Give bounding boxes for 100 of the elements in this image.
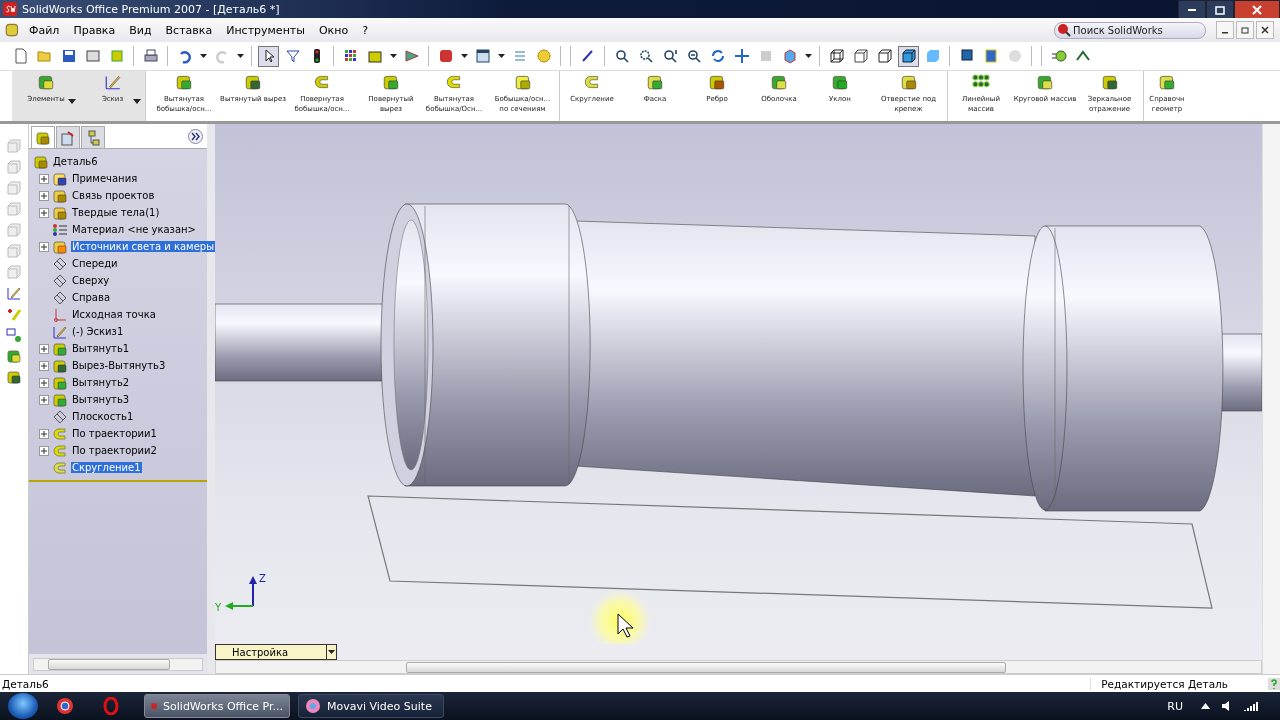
expand-button[interactable]: [188, 128, 203, 144]
plus-icon: [41, 345, 47, 352]
close-icon: [1252, 4, 1262, 15]
plus-icon: [41, 175, 47, 182]
caret-up-icon: [1201, 703, 1210, 709]
shaded-icon: [924, 48, 941, 64]
dropdown-caret-icon: [133, 99, 141, 105]
zoom-to-selection-icon: [685, 48, 702, 64]
tree-item[interactable]: Источники света и камеры: [71, 241, 216, 252]
vertical-scrollbar[interactable]: [1262, 124, 1280, 674]
tree-item[interactable]: По траектории1: [71, 428, 158, 439]
sweep-icon: [52, 442, 68, 459]
window-title: SolidWorks Office Premium 2007 - [Деталь6 *]: [22, 2, 280, 16]
search-field[interactable]: Поиск SolidWorks: [1054, 21, 1206, 39]
plane-icon: [52, 272, 68, 289]
plane-icon: [52, 289, 68, 306]
tree-item[interactable]: Скругление1: [71, 462, 142, 473]
fillet-icon: [52, 459, 68, 476]
plus-icon: [41, 379, 47, 386]
plane-icon: [52, 408, 68, 425]
minimize-icon: [1188, 8, 1196, 11]
panel-tab[interactable]: [81, 126, 105, 148]
expand-toggle[interactable]: [39, 360, 49, 371]
language-indicator[interactable]: RU: [1167, 699, 1183, 713]
save-icon: [60, 48, 77, 64]
panel-tab[interactable]: [56, 126, 80, 148]
search-input[interactable]: Поиск SolidWorks: [1073, 24, 1183, 36]
browser-icon: [56, 697, 74, 715]
zoom-to-fit-icon: [613, 48, 630, 64]
tree-item[interactable]: Связь проектов: [71, 190, 156, 201]
axis-label: Z: [259, 573, 266, 584]
expand-toggle[interactable]: [39, 190, 49, 201]
dropdown-caret-icon: [804, 54, 812, 58]
tree-item[interactable]: Вытянуть3: [71, 394, 131, 405]
configuration-dropdown[interactable]: Настройка: [215, 644, 337, 660]
isometric-view-icon: [6, 264, 22, 280]
menu-item[interactable]: Окно: [311, 23, 356, 37]
front-view-icon: [6, 138, 22, 154]
horizontal-scrollbar[interactable]: [215, 660, 1262, 674]
dropdown-caret-icon: [389, 54, 397, 58]
expand-toggle[interactable]: [39, 343, 49, 354]
dropdown-caret-icon: [497, 54, 505, 58]
expand-toggle[interactable]: [39, 377, 49, 388]
menu-item[interactable]: Вставка: [158, 23, 220, 37]
tree-item[interactable]: Вырез-Вытянуть3: [71, 360, 167, 371]
origin-icon: [52, 306, 68, 323]
part-icon: [35, 129, 51, 146]
tree-item[interactable]: По траектории2: [71, 445, 158, 456]
menu-item[interactable]: Инструменты: [219, 23, 312, 37]
status-text: Деталь6: [2, 677, 49, 690]
tree-item[interactable]: Вытянуть1: [71, 343, 131, 354]
toolbar-button[interactable]: [898, 45, 919, 67]
expand-toggle[interactable]: [39, 445, 49, 456]
app-logo-icon: [305, 698, 321, 714]
zoom-in-out-icon: [661, 48, 678, 64]
tree-item[interactable]: Деталь6: [52, 156, 99, 167]
tree-item[interactable]: Вытянуть2: [71, 377, 131, 388]
menu-item[interactable]: Файл: [22, 23, 67, 37]
expand-toggle[interactable]: [39, 394, 49, 405]
tree-item[interactable]: Плоскость1: [71, 411, 135, 422]
search-icon: [1057, 23, 1071, 37]
tree-item[interactable]: Твердые тела(1): [71, 207, 161, 218]
start-button[interactable]: [8, 693, 38, 719]
dropdown-caret-icon: [460, 54, 468, 58]
folder-icon: [52, 204, 68, 221]
taskbar-button[interactable]: SolidWorks Office Pr...: [144, 694, 290, 718]
toolbar-button[interactable]: [258, 45, 279, 67]
tree-item[interactable]: Материал <не указан>: [71, 224, 197, 235]
tree-item[interactable]: Исходная точка: [71, 309, 157, 320]
horizontal-scrollbar[interactable]: [33, 657, 203, 671]
taskbar-button[interactable]: Movavi Video Suite: [298, 694, 444, 718]
tree-item[interactable]: (-) Эскиз1: [71, 326, 125, 337]
sweep-icon: [445, 73, 463, 91]
dropdown-caret-icon: [68, 99, 76, 105]
plus-icon: [41, 243, 47, 250]
plus-icon: [41, 430, 47, 437]
window-layout-icon: [474, 48, 491, 64]
close-button[interactable]: [1256, 21, 1274, 39]
menu-item[interactable]: Вид: [122, 23, 159, 37]
cursor-highlight: [588, 589, 652, 644]
expand-toggle[interactable]: [39, 428, 49, 439]
sweep-icon: [52, 425, 68, 442]
new-document-icon: [12, 48, 29, 64]
expand-toggle[interactable]: [39, 241, 49, 252]
close-icon: [1261, 26, 1269, 34]
tree-item[interactable]: Спереди: [71, 258, 119, 269]
menu-item[interactable]: ?: [355, 23, 375, 37]
property-manager-icon: [60, 129, 76, 146]
expand-toggle[interactable]: [39, 173, 49, 184]
right-view-icon: [6, 201, 22, 217]
tree-item[interactable]: Примечания: [71, 173, 139, 184]
tree-item[interactable]: Сверху: [71, 275, 111, 286]
plus-icon: [41, 362, 47, 369]
dropdown-caret-icon: [199, 54, 207, 58]
menu-item[interactable]: Правка: [66, 23, 123, 37]
expand-toggle[interactable]: [39, 207, 49, 218]
status-text: Редактируется Деталь: [1090, 677, 1228, 690]
tree-item[interactable]: Справа: [71, 292, 112, 303]
panel-tab[interactable]: [31, 126, 55, 148]
options-grid-icon: [342, 48, 359, 64]
